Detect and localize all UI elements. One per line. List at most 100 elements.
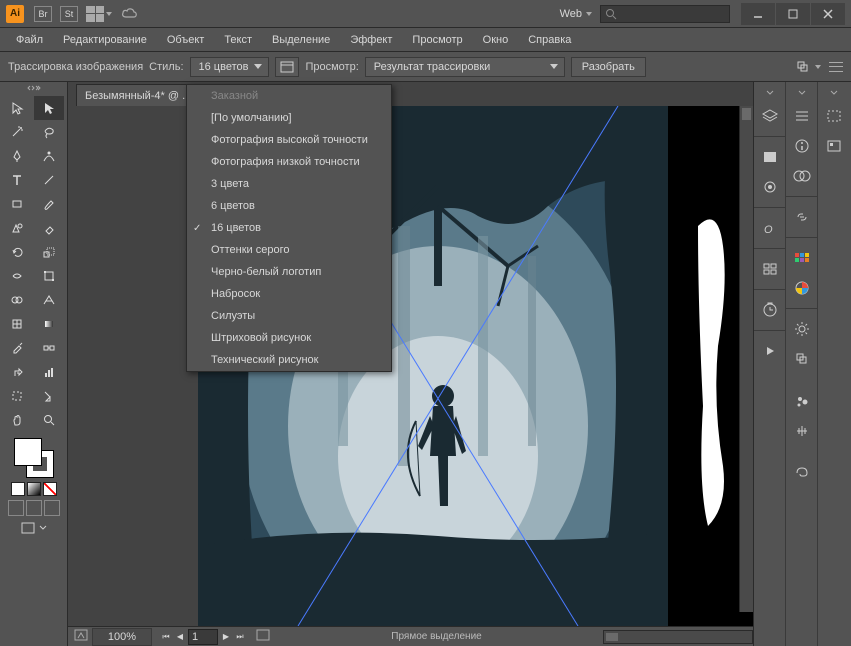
mesh-tool[interactable] — [2, 312, 32, 336]
color-guide-icon[interactable] — [789, 276, 815, 300]
zoom-field[interactable]: 100% — [92, 628, 152, 646]
eraser-tool[interactable] — [34, 216, 64, 240]
menu-edit[interactable]: Редактирование — [53, 29, 157, 51]
menu-text[interactable]: Текст — [214, 29, 262, 51]
fill-stroke-swatch[interactable] — [14, 438, 54, 478]
shape-builder-tool[interactable] — [2, 288, 32, 312]
menu-help[interactable]: Справка — [518, 29, 581, 51]
symbol-sprayer-tool[interactable] — [2, 360, 32, 384]
width-tool[interactable] — [2, 264, 32, 288]
dropdown-item[interactable]: Фотография низкой точности — [187, 151, 391, 173]
swatches-panel-icon[interactable] — [789, 461, 815, 485]
actions-panel-icon[interactable] — [757, 298, 783, 322]
sync-icon[interactable] — [120, 7, 140, 21]
links-panel-icon[interactable] — [789, 205, 815, 229]
cc-libraries-icon[interactable] — [789, 164, 815, 188]
first-page-button[interactable]: ⏮ — [160, 630, 172, 644]
transform-panel-button[interactable] — [795, 60, 821, 74]
menu-select[interactable]: Выделение — [262, 29, 340, 51]
menu-view[interactable]: Просмотр — [402, 29, 472, 51]
blend-tool[interactable] — [34, 336, 64, 360]
dropdown-item[interactable]: Силуэты — [187, 305, 391, 327]
hand-tool[interactable] — [2, 408, 32, 432]
dropdown-item[interactable]: Черно-белый логотип — [187, 261, 391, 283]
align-panel-icon[interactable] — [789, 104, 815, 128]
pen-tool[interactable] — [2, 144, 32, 168]
selection-tool[interactable] — [2, 96, 32, 120]
none-mode[interactable] — [43, 482, 57, 496]
color-panel-icon[interactable] — [789, 246, 815, 270]
dropdown-item[interactable]: 3 цвета — [187, 173, 391, 195]
scale-tool[interactable] — [34, 240, 64, 264]
stock-icon[interactable]: St — [60, 6, 78, 22]
shaper-tool[interactable] — [2, 216, 32, 240]
draw-behind[interactable] — [26, 500, 42, 516]
arrange-documents-icon[interactable] — [86, 6, 104, 22]
curvature-tool[interactable] — [34, 144, 64, 168]
dropdown-item[interactable]: ✓16 цветов — [187, 217, 391, 239]
play-icon[interactable] — [757, 339, 783, 363]
direct-selection-tool[interactable] — [34, 96, 64, 120]
free-transform-tool[interactable] — [34, 264, 64, 288]
screen-mode-button[interactable] — [21, 522, 35, 534]
draw-inside[interactable] — [44, 500, 60, 516]
appearance-panel-icon[interactable] — [757, 175, 783, 199]
paintbrush-tool[interactable] — [34, 192, 64, 216]
character-panel-icon[interactable]: O — [757, 216, 783, 240]
dropdown-item[interactable]: 6 цветов — [187, 195, 391, 217]
zoom-tool[interactable] — [34, 408, 64, 432]
panel-collapse-toggle[interactable] — [786, 88, 817, 98]
css-panel-icon[interactable] — [821, 104, 847, 128]
trace-panel-button[interactable] — [275, 57, 299, 77]
magic-wand-tool[interactable] — [2, 120, 32, 144]
close-button[interactable] — [811, 3, 845, 25]
panel-collapse-toggle[interactable] — [754, 88, 785, 98]
page-field[interactable]: 1 — [188, 629, 218, 645]
bridge-icon[interactable]: Br — [34, 6, 52, 22]
view-dropdown[interactable]: Результат трассировки — [365, 57, 565, 77]
dropdown-item[interactable]: Технический рисунок — [187, 349, 391, 371]
gradient-mode[interactable] — [27, 482, 41, 496]
artboard-nav-icon-2[interactable] — [256, 629, 270, 644]
panel-collapse-toggle[interactable] — [0, 82, 67, 94]
dropdown-item[interactable]: Фотография высокой точности — [187, 129, 391, 151]
horizontal-scrollbar[interactable] — [603, 630, 753, 644]
vertical-scrollbar[interactable] — [739, 106, 753, 612]
gradient-tool[interactable] — [34, 312, 64, 336]
last-page-button[interactable]: ⏭ — [234, 630, 246, 644]
artboard-nav-icon[interactable] — [74, 629, 88, 644]
expand-button[interactable]: Разобрать — [571, 57, 646, 77]
draw-normal[interactable] — [8, 500, 24, 516]
chevron-down-icon[interactable] — [106, 12, 112, 16]
menu-effect[interactable]: Эффект — [340, 29, 402, 51]
panel-collapse-toggle[interactable] — [818, 88, 850, 98]
rotate-tool[interactable] — [2, 240, 32, 264]
panel-menu-icon[interactable] — [829, 62, 843, 72]
transform-panel-icon[interactable] — [789, 347, 815, 371]
perspective-grid-tool[interactable] — [34, 288, 64, 312]
color-mode[interactable] — [11, 482, 25, 496]
column-graph-tool[interactable] — [34, 360, 64, 384]
layers-panel-icon[interactable] — [757, 104, 783, 128]
workspace-switcher[interactable]: Web — [552, 4, 600, 24]
menu-object[interactable]: Объект — [157, 29, 214, 51]
dropdown-item[interactable]: Набросок — [187, 283, 391, 305]
prev-page-button[interactable]: ◀ — [174, 630, 186, 644]
search-input[interactable] — [600, 5, 730, 23]
next-page-button[interactable]: ▶ — [220, 630, 232, 644]
dropdown-item[interactable]: Оттенки серого — [187, 239, 391, 261]
line-tool[interactable] — [34, 168, 64, 192]
fill-swatch[interactable] — [14, 438, 42, 466]
menu-file[interactable]: Файл — [6, 29, 53, 51]
style-dropdown[interactable]: 16 цветов — [190, 57, 270, 77]
graphic-styles-icon[interactable] — [789, 419, 815, 443]
gear-icon[interactable] — [789, 317, 815, 341]
maximize-button[interactable] — [776, 3, 810, 25]
info-panel-icon[interactable] — [789, 134, 815, 158]
type-tool[interactable] — [2, 168, 32, 192]
symbols-panel-icon[interactable] — [757, 257, 783, 281]
menu-window[interactable]: Окно — [473, 29, 519, 51]
rectangle-tool[interactable] — [2, 192, 32, 216]
brushes-panel-icon[interactable] — [789, 389, 815, 413]
slice-tool[interactable] — [34, 384, 64, 408]
